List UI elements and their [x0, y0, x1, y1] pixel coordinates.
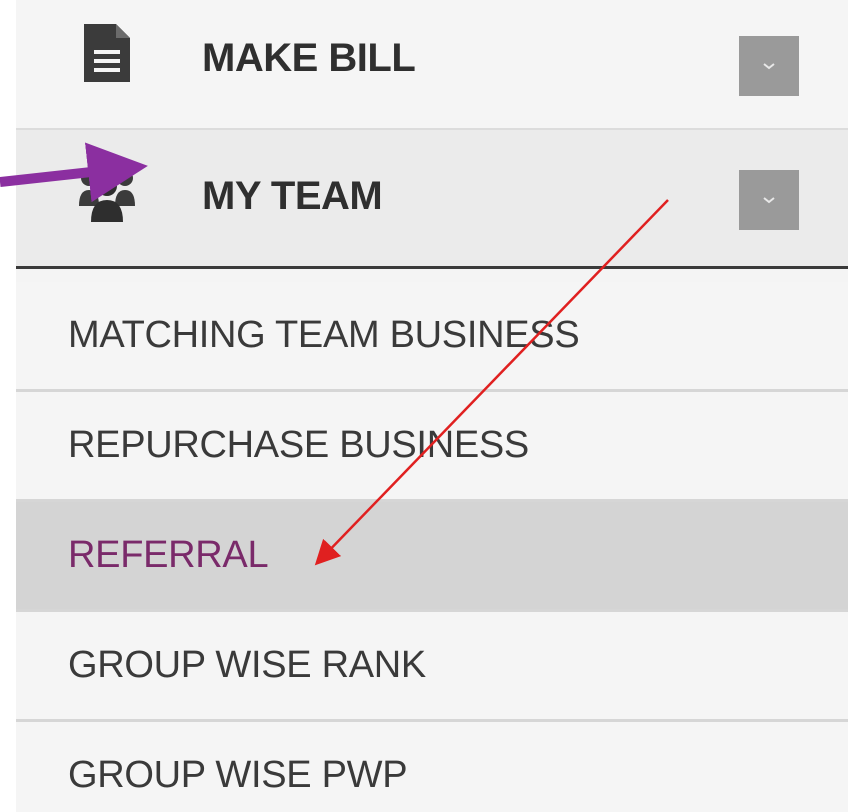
expand-toggle-button[interactable] [739, 170, 799, 230]
menu-header-make-bill[interactable]: MAKE BILL [16, 0, 848, 130]
submenu-item-referral[interactable]: REFERRAL [16, 502, 848, 612]
users-icon [79, 170, 135, 222]
submenu-item-matching-team-business[interactable]: MATCHING TEAM BUSINESS [16, 282, 848, 392]
submenu-item-label: GROUP WISE RANK [68, 644, 426, 686]
document-icon [84, 24, 130, 82]
menu-header-label: MAKE BILL [202, 36, 416, 80]
chevron-down-icon [763, 63, 775, 70]
menu-header-my-team[interactable]: MY TEAM [16, 130, 848, 269]
submenu-item-label: REFERRAL [68, 534, 269, 576]
chevron-down-icon [763, 197, 775, 204]
submenu-item-label: REPURCHASE BUSINESS [68, 424, 529, 466]
submenu-item-label: MATCHING TEAM BUSINESS [68, 314, 580, 356]
expand-toggle-button[interactable] [739, 36, 799, 96]
submenu-item-label: GROUP WISE PWP [68, 754, 408, 796]
submenu-item-group-wise-pwp[interactable]: GROUP WISE PWP [16, 722, 848, 812]
submenu-item-group-wise-rank[interactable]: GROUP WISE RANK [16, 612, 848, 722]
sidebar-menu: MAKE BILL MY TEAM MATCHING TEAM BUSINESS… [16, 0, 848, 812]
submenu-item-repurchase-business[interactable]: REPURCHASE BUSINESS [16, 392, 848, 502]
menu-header-label: MY TEAM [202, 174, 383, 218]
